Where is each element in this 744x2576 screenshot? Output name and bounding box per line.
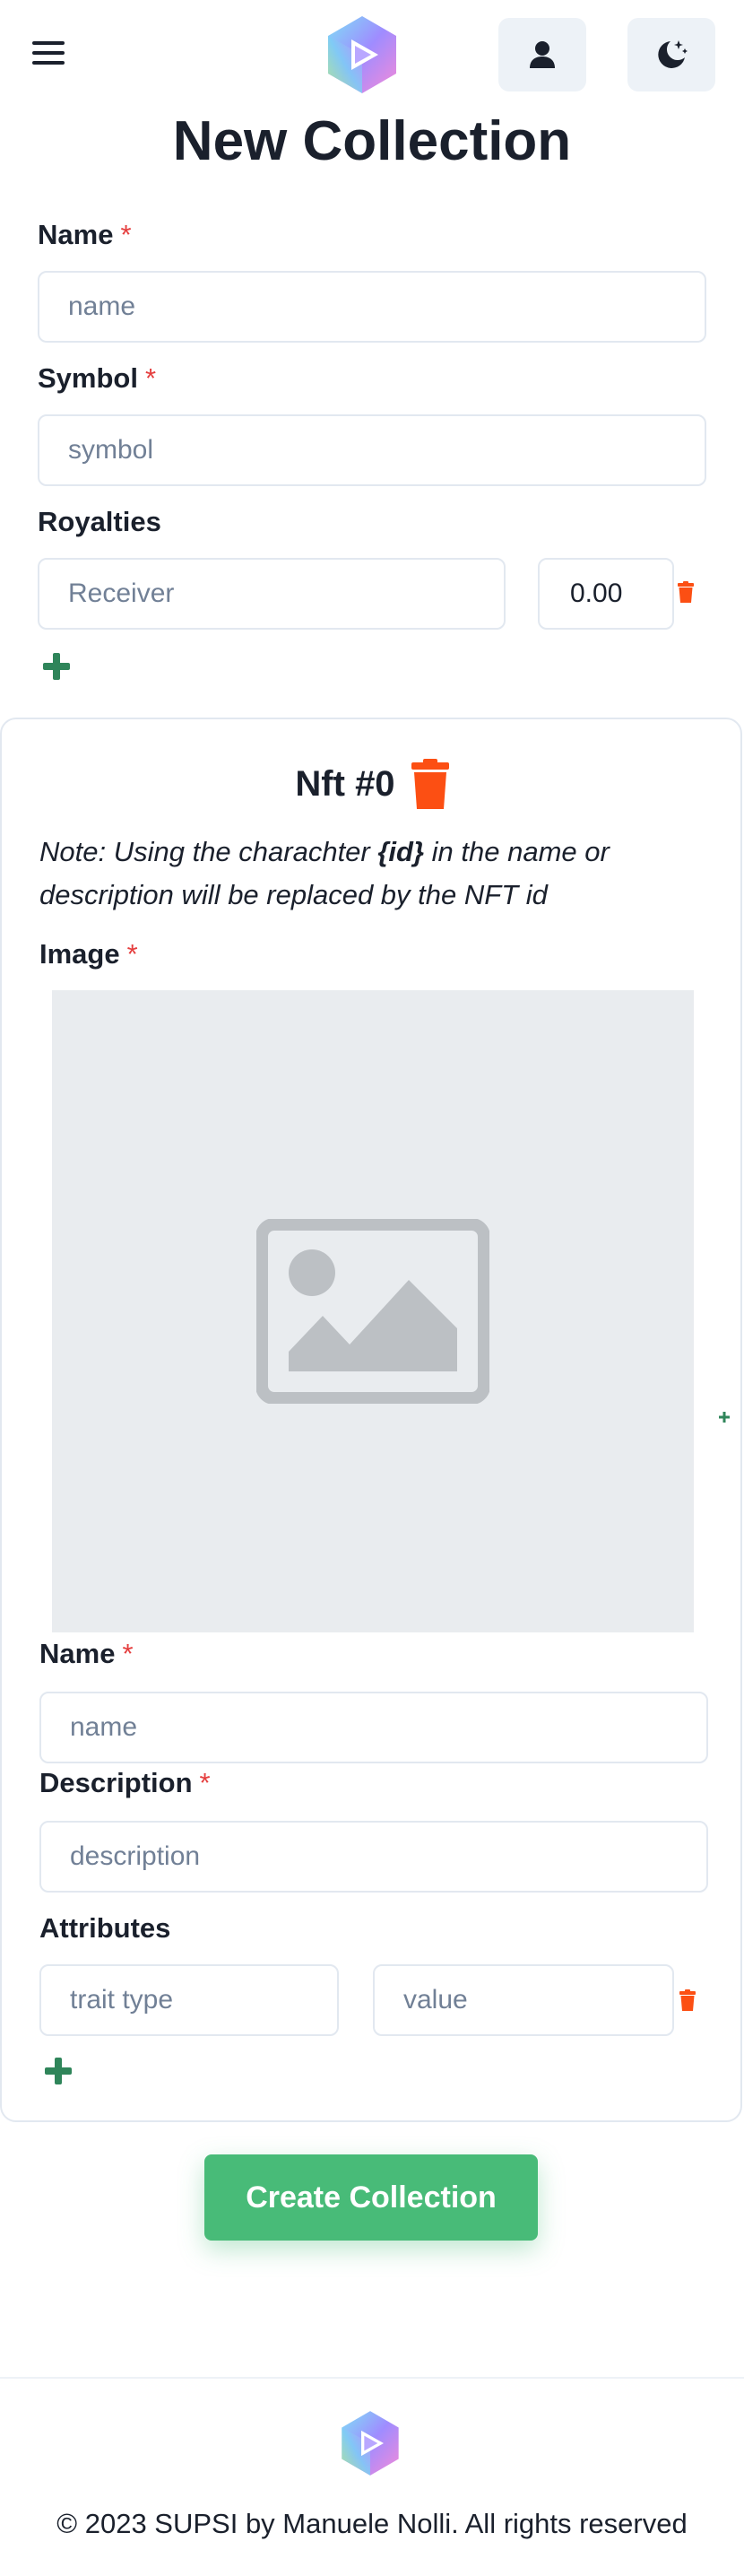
nft-title: Nft #0	[295, 763, 395, 804]
royalty-receiver-input[interactable]	[38, 558, 506, 630]
create-collection-button[interactable]: Create Collection	[204, 2154, 538, 2241]
user-profile-button[interactable]	[498, 18, 586, 91]
required-mark: *	[199, 1767, 211, 1798]
add-attribute-plus-icon[interactable]	[45, 2058, 72, 2084]
collection-name-label: Name *	[38, 219, 132, 251]
image-upload-area[interactable]	[52, 990, 694, 1632]
trait-type-input[interactable]	[39, 1964, 339, 2036]
nft-id-note: Note: Using the charachter {id} in the n…	[39, 831, 685, 917]
description-label-text: Description	[39, 1767, 193, 1798]
royalty-percentage-input[interactable]	[538, 558, 674, 630]
description-label: Description *	[39, 1767, 211, 1799]
nft-title-row: Nft #0	[0, 755, 744, 813]
royalties-label: Royalties	[38, 506, 161, 538]
symbol-label-text: Symbol	[38, 362, 138, 394]
collection-name-label-text: Name	[38, 219, 114, 250]
attributes-label-text: Attributes	[39, 1912, 171, 1944]
symbol-input[interactable]	[38, 414, 706, 486]
add-nft-plus-icon[interactable]	[719, 1412, 730, 1423]
description-input[interactable]	[39, 1821, 708, 1893]
user-icon	[530, 41, 555, 68]
nft-name-label: Name *	[39, 1638, 134, 1670]
note-prefix: Note: Using the charachter	[39, 836, 378, 867]
delete-attribute-trash-icon[interactable]	[679, 1989, 696, 2011]
image-placeholder-icon	[256, 1219, 489, 1404]
attribute-value-input[interactable]	[373, 1964, 674, 2036]
symbol-label: Symbol *	[38, 362, 156, 395]
royalties-label-text: Royalties	[38, 506, 161, 537]
copyright-text: © 2023 SUPSI by Manuele Nolli. All right…	[56, 2508, 688, 2539]
note-id-token: {id}	[377, 836, 425, 867]
footer-divider	[0, 2377, 744, 2379]
required-mark: *	[120, 219, 132, 250]
delete-royalty-trash-icon[interactable]	[678, 581, 694, 603]
app-logo-icon[interactable]	[324, 14, 400, 95]
add-royalty-plus-icon[interactable]	[43, 653, 70, 680]
collection-name-input[interactable]	[38, 271, 706, 343]
image-label-text: Image	[39, 938, 120, 970]
image-label: Image *	[39, 938, 138, 970]
page-title: New Collection	[172, 110, 572, 172]
nft-name-label-text: Name	[39, 1638, 116, 1669]
theme-toggle-button[interactable]	[627, 18, 715, 91]
attributes-label: Attributes	[39, 1912, 170, 1945]
required-mark: *	[122, 1638, 134, 1669]
delete-nft-trash-icon[interactable]	[411, 759, 449, 809]
nft-name-input[interactable]	[39, 1692, 708, 1763]
required-mark: *	[144, 362, 157, 394]
top-navbar	[0, 0, 744, 108]
required-mark: *	[126, 938, 138, 970]
footer-logo-icon	[342, 2411, 399, 2476]
hamburger-menu-icon[interactable]	[32, 39, 68, 66]
moon-stars-icon	[658, 40, 688, 68]
